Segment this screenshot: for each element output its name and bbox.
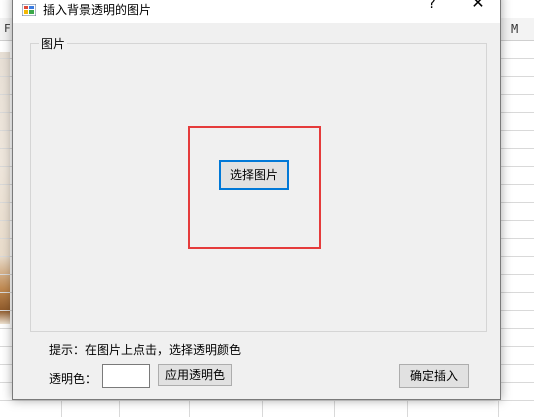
title-bar[interactable]: 插入背景透明的图片 ? ✕	[13, 0, 500, 23]
transparent-color-swatch[interactable]	[102, 364, 150, 388]
app-icon	[21, 1, 37, 17]
close-button[interactable]: ✕	[461, 0, 495, 15]
column-header-f[interactable]: F	[4, 22, 11, 35]
groupbox-label: 图片	[39, 35, 68, 52]
help-button[interactable]: ?	[418, 0, 446, 15]
dialog-title: 插入背景透明的图片	[43, 3, 152, 17]
image-groupbox: 图片 选择图片	[30, 35, 487, 332]
confirm-insert-button[interactable]: 确定插入	[399, 364, 469, 388]
column-header-m[interactable]: M	[511, 22, 518, 36]
choose-image-button[interactable]: 选择图片	[219, 160, 289, 190]
apply-transparent-color-button[interactable]: 应用透明色	[158, 364, 232, 386]
grid-line	[0, 400, 534, 401]
transparent-color-label: 透明色：	[49, 372, 98, 386]
hint-text: 提示：在图片上点击，选择透明颜色	[49, 343, 242, 357]
background-photo	[0, 52, 10, 324]
insert-transparent-image-dialog: 插入背景透明的图片 ? ✕ 图片 选择图片 提示：在图片上点击，选择透明颜色 透…	[12, 0, 501, 400]
